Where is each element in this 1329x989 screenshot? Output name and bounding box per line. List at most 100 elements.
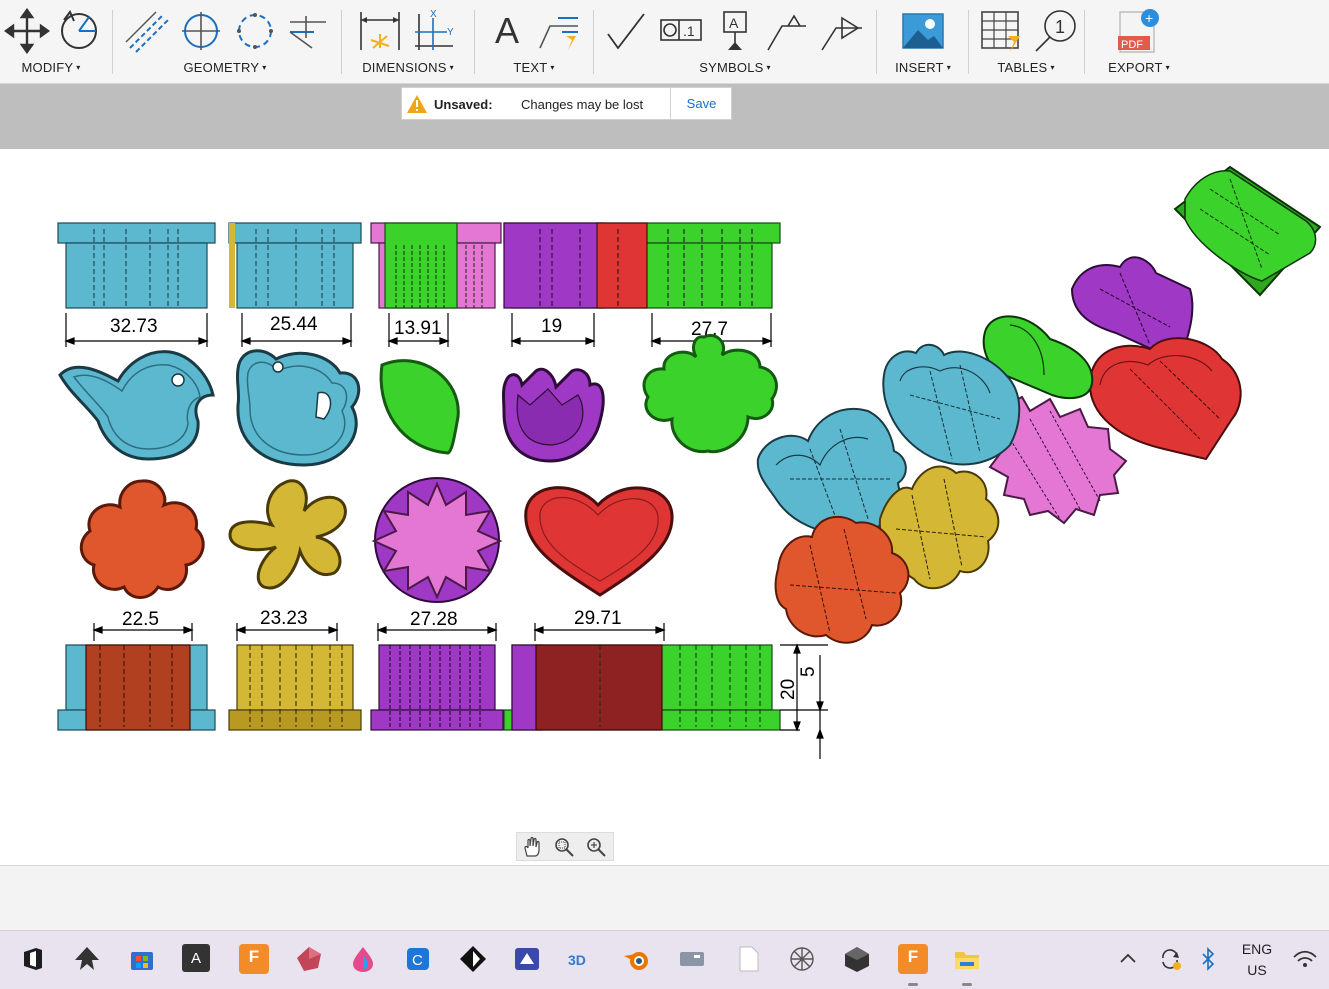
separator: [968, 10, 969, 74]
app-icon-store[interactable]: [127, 944, 157, 974]
side-view-bird-2: [228, 222, 362, 309]
top-view-leaf: [379, 359, 460, 455]
top-view-flower-pink: [371, 477, 503, 603]
app-icon-device[interactable]: [677, 944, 707, 974]
top-view-tulip: [502, 367, 605, 463]
save-button[interactable]: Save: [671, 88, 732, 119]
tables-label[interactable]: TABLES ▾: [976, 60, 1076, 75]
geometry-label[interactable]: GEOMETRY ▾: [120, 60, 330, 75]
surface-texture-icon[interactable]: [604, 8, 650, 54]
dim-top-1[interactable]: 32.73: [110, 316, 158, 337]
centerline-icon[interactable]: [124, 8, 170, 54]
dim-top-3[interactable]: 13.91: [394, 318, 442, 339]
app-icon-network[interactable]: [787, 944, 817, 974]
dim-top-2[interactable]: 25.44: [270, 314, 318, 335]
dimensions-group[interactable]: X Y DIMENSIONS ▾: [349, 0, 467, 84]
export-group[interactable]: PDF + EXPORT ▾: [1094, 0, 1184, 84]
modify-group[interactable]: MODIFY ▾: [0, 0, 102, 84]
sync-icon[interactable]: [1155, 944, 1185, 974]
insert-group[interactable]: INSERT ▾: [884, 0, 962, 84]
dim-bottom-4[interactable]: 29.71: [574, 608, 622, 629]
balloon-icon[interactable]: 1: [1032, 8, 1078, 54]
language-indicator-top[interactable]: ENG: [1237, 939, 1277, 959]
side-view-tulip-group: [503, 222, 781, 309]
edge-extension-icon[interactable]: [284, 8, 330, 54]
app-icon-inkscape[interactable]: [72, 944, 102, 974]
language-indicator-bottom[interactable]: US: [1237, 960, 1277, 980]
app-icon-3d-builder[interactable]: 3D: [567, 944, 597, 974]
taper-slope-icon[interactable]: [818, 8, 864, 54]
dim-bottom-3[interactable]: 27.28: [410, 609, 458, 630]
drawing-sheet[interactable]: 32.73 25.44 13.91 19 27.7 22.5 23.23 27.…: [0, 149, 1329, 865]
text-label[interactable]: TEXT ▾: [482, 60, 586, 75]
app-icon-text[interactable]: A: [182, 944, 210, 972]
windows-taskbar: A F C 3D F ENG US: [0, 930, 1329, 989]
top-view-floral-leaf: [642, 334, 778, 454]
wifi-icon[interactable]: [1290, 944, 1320, 974]
iso-orange-cutter: [774, 515, 910, 644]
dimension-icon[interactable]: [357, 8, 403, 54]
svg-text:C: C: [412, 952, 423, 969]
app-icon-cura[interactable]: C: [403, 944, 433, 974]
app-icon-3d-viewer[interactable]: [294, 944, 324, 974]
chevron-up-icon[interactable]: [1115, 944, 1141, 974]
center-mark-icon[interactable]: [178, 8, 224, 54]
symbols-group[interactable]: .1 A SYMBOLS ▾: [600, 0, 870, 84]
app-icon-fusion360-active[interactable]: F: [898, 944, 928, 974]
export-label[interactable]: EXPORT ▾: [1094, 60, 1184, 75]
navigation-bar: [516, 832, 614, 861]
app-icon-cube[interactable]: [842, 944, 872, 974]
rotate-icon[interactable]: [56, 8, 102, 54]
zoom-window-icon[interactable]: [553, 836, 575, 858]
insert-label[interactable]: INSERT ▾: [884, 60, 962, 75]
unsaved-message: Changes may be lost: [521, 97, 644, 112]
ordinate-icon[interactable]: X Y: [411, 8, 457, 54]
dim-height-total[interactable]: 20: [778, 679, 799, 700]
modify-label[interactable]: MODIFY ▾: [0, 60, 102, 75]
move-icon[interactable]: [4, 8, 50, 54]
top-view-flower-orange: [79, 479, 205, 599]
app-icon-blender[interactable]: [622, 944, 652, 974]
separator: [112, 10, 113, 74]
svg-text:PDF: PDF: [1121, 39, 1143, 51]
app-icon-prusaslicer[interactable]: [458, 944, 488, 974]
top-view-flower-yellow: [228, 479, 347, 590]
bluetooth-icon[interactable]: [1196, 944, 1220, 974]
table-icon[interactable]: [978, 8, 1024, 54]
iso-green-cutter: [1173, 165, 1322, 297]
top-view-bird-1: [58, 350, 215, 461]
unsaved-banner: Unsaved: Changes may be lost Save: [401, 87, 732, 120]
tables-group[interactable]: 1 TABLES ▾: [976, 0, 1076, 84]
svg-text:X: X: [430, 9, 437, 20]
separator: [593, 10, 594, 74]
dim-bottom-2[interactable]: 23.23: [260, 608, 308, 629]
feature-control-frame-icon[interactable]: .1: [658, 8, 704, 54]
export-pdf-icon[interactable]: PDF +: [1116, 8, 1162, 54]
leader-text-icon[interactable]: [536, 8, 582, 54]
unsaved-label: Unsaved:: [434, 97, 493, 112]
dim-bottom-1[interactable]: 22.5: [122, 609, 159, 630]
zoom-icon[interactable]: [585, 836, 607, 858]
geometry-group[interactable]: GEOMETRY ▾: [120, 0, 330, 84]
dim-height-base[interactable]: 5: [798, 666, 819, 677]
dimensions-label[interactable]: DIMENSIONS ▾: [349, 60, 467, 75]
app-icon-slicer[interactable]: [512, 944, 542, 974]
dim-top-4[interactable]: 19: [541, 316, 562, 337]
isometric-view: [756, 165, 1322, 644]
pan-icon[interactable]: [521, 836, 543, 858]
svg-text:+: +: [1145, 10, 1153, 26]
datum-identifier-icon[interactable]: A: [712, 8, 758, 54]
drawing-toolbar: MODIFY ▾ GEOMETRY ▾ X Y DIMENSIONS ▾ A T…: [0, 0, 1329, 84]
center-mark-pattern-icon[interactable]: [232, 8, 278, 54]
app-icon-file[interactable]: [733, 944, 763, 974]
drawing-canvas[interactable]: 32.73 25.44 13.91 19 27.7 22.5 23.23 27.…: [0, 149, 1329, 865]
symbols-label[interactable]: SYMBOLS ▾: [600, 60, 870, 75]
welding-symbol-icon[interactable]: [764, 8, 810, 54]
insert-image-icon[interactable]: [900, 8, 946, 54]
app-icon-paint[interactable]: [348, 944, 378, 974]
app-icon-fusion360[interactable]: F: [239, 944, 269, 974]
text-icon[interactable]: A: [484, 8, 530, 54]
app-icon-file-explorer[interactable]: [952, 944, 982, 974]
text-group[interactable]: A TEXT ▾: [482, 0, 586, 84]
app-icon-office[interactable]: [18, 944, 48, 974]
